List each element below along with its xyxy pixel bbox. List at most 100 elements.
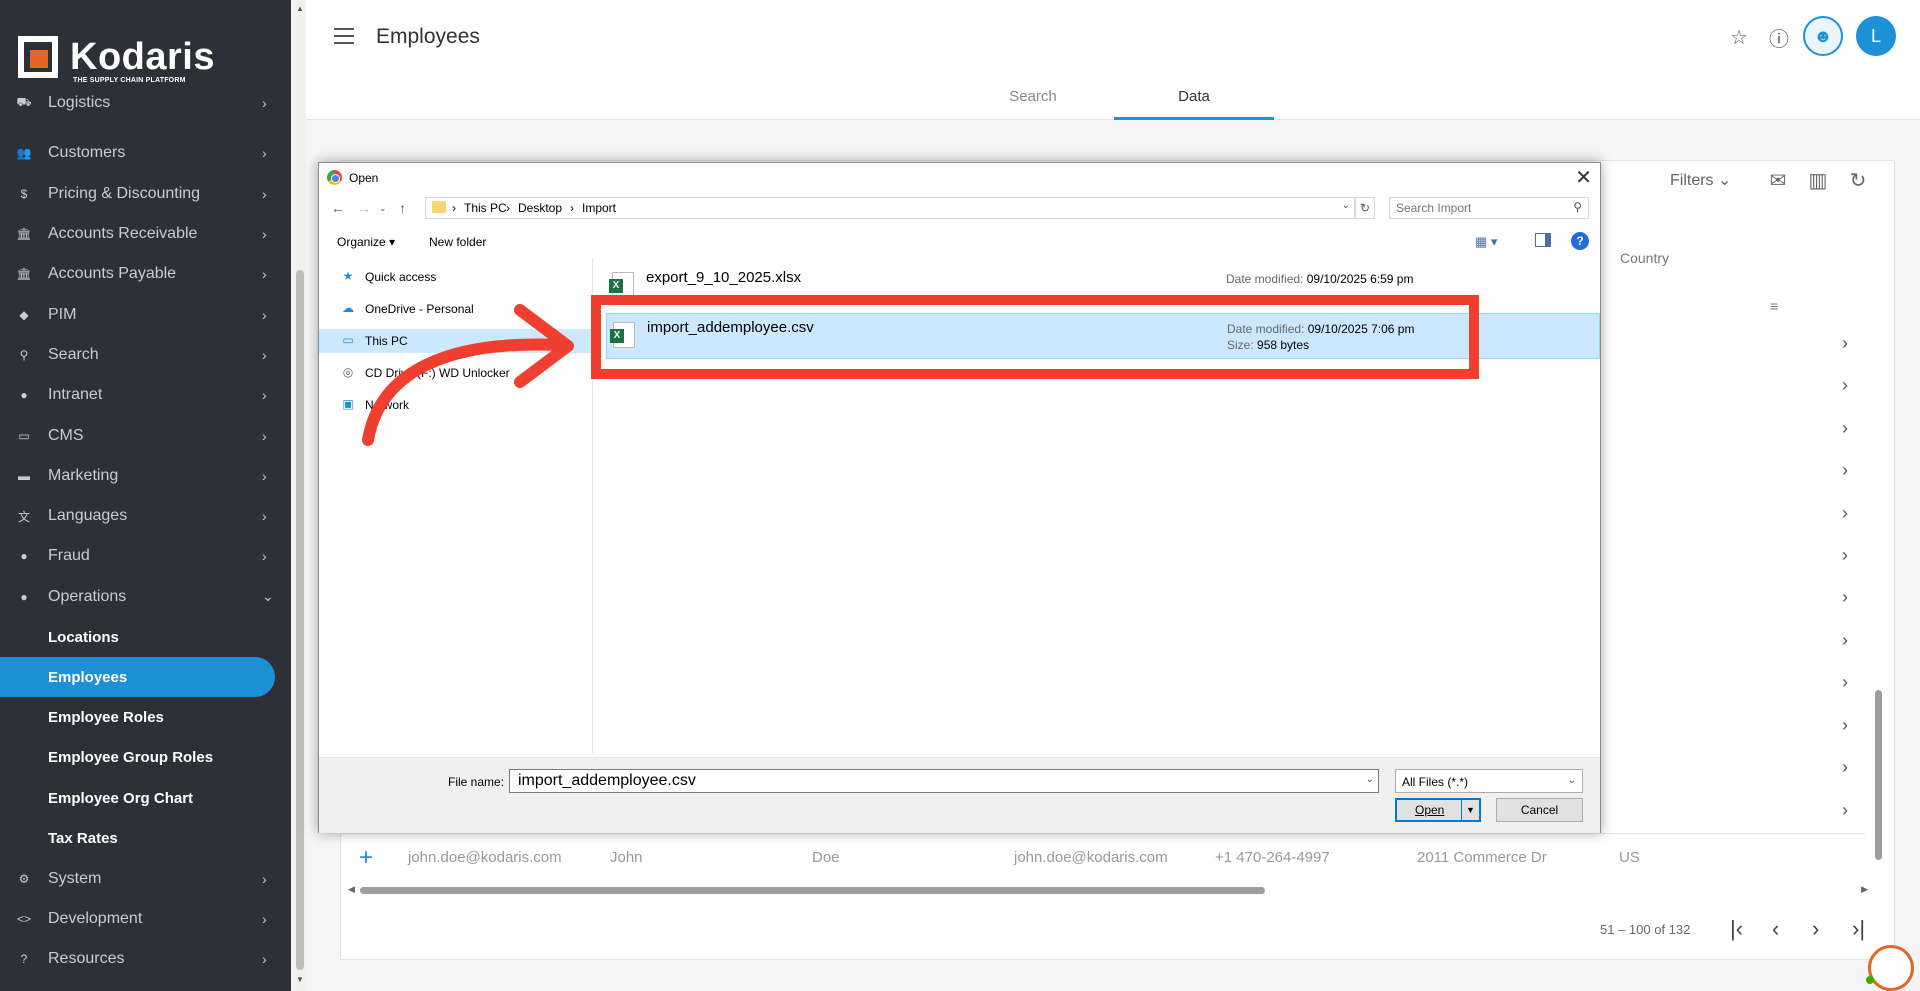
open-button[interactable]: Open ▼	[1395, 798, 1481, 822]
filter-icon[interactable]: ≡	[1770, 298, 1778, 314]
tab-data[interactable]: Data	[1114, 78, 1274, 120]
sidebar-item-accounts-payable[interactable]: 🏛 Accounts Payable ›	[0, 254, 291, 294]
mail-icon[interactable]: ✉	[1766, 168, 1790, 192]
sidebar-item-cms[interactable]: ▭ CMS ›	[0, 415, 291, 455]
row-expand-icon[interactable]: ›	[1842, 375, 1848, 396]
filters-button[interactable]: Filters ⌄	[1670, 170, 1731, 190]
sidebar-item-label: Intranet	[48, 386, 103, 404]
back-arrow-icon[interactable]: ←	[331, 200, 345, 216]
file-name-input[interactable]	[510, 770, 1350, 792]
file-type-select[interactable]: All Files (*.*) ⌄	[1395, 769, 1583, 793]
row-expand-icon[interactable]: ›	[1842, 333, 1848, 354]
tree-item-quick-access[interactable]: ★ Quick access	[319, 265, 593, 289]
horizontal-scrollbar[interactable]: ◀ ▶	[348, 884, 1868, 896]
up-arrow-icon[interactable]: ↑	[399, 200, 406, 216]
open-split-dropdown-icon[interactable]: ▼	[1461, 800, 1479, 820]
row-expand-icon[interactable]: ›	[1842, 800, 1848, 821]
sidebar-item-customers[interactable]: 👥 Customers ›	[0, 133, 291, 173]
sidebar-item-development[interactable]: <> Development ›	[0, 899, 291, 939]
help-icon[interactable]: ?	[1571, 232, 1589, 250]
breadcrumb-desktop[interactable]: Desktop	[518, 201, 562, 215]
sidebar-scrollbar[interactable]: ▲ ▼	[294, 0, 306, 991]
row-expand-icon[interactable]: ›	[1842, 715, 1848, 736]
cell-email-2[interactable]: john.doe@kodaris.com	[1014, 849, 1168, 866]
menu-icon[interactable]	[334, 28, 354, 44]
sidebar-item-fraud[interactable]: ● Fraud ›	[0, 536, 291, 576]
recent-dropdown-icon[interactable]: ⌄	[379, 203, 387, 214]
row-expand-icon[interactable]: ›	[1842, 630, 1848, 651]
tab-search[interactable]: Search	[953, 78, 1113, 120]
cell-country[interactable]: US	[1619, 849, 1640, 866]
cell-address[interactable]: 2011 Commerce Dr	[1417, 849, 1547, 866]
cell-last-name[interactable]: Doe	[812, 849, 840, 866]
last-page-icon[interactable]: ›|	[1852, 916, 1865, 942]
chevron-down-icon[interactable]: ⌄	[1366, 774, 1374, 785]
sidebar-item-employee-group-roles[interactable]: Employee Group Roles	[0, 738, 291, 778]
sidebar-item-employee-roles[interactable]: Employee Roles	[0, 697, 291, 737]
sidebar-item-search[interactable]: ⚲ Search ›	[0, 335, 291, 375]
scroll-down-icon[interactable]: ▼	[296, 975, 304, 984]
refresh-icon[interactable]: ↻	[1355, 197, 1375, 219]
kodaris-logo[interactable]: Kodaris THE SUPPLY CHAIN PLATFORM	[18, 36, 218, 84]
chevron-down-icon[interactable]: ⌄	[1342, 200, 1350, 211]
new-folder-button[interactable]: New folder	[429, 235, 486, 249]
search-field[interactable]	[1390, 198, 1560, 218]
sidebar-item-pricing[interactable]: $ Pricing & Discounting ›	[0, 174, 291, 214]
row-expand-icon[interactable]: ›	[1842, 545, 1848, 566]
assistant-bot-icon[interactable]: ☻	[1803, 16, 1843, 56]
close-icon[interactable]: ✕	[1575, 165, 1592, 190]
sidebar-item-employee-org-chart[interactable]: Employee Org Chart	[0, 778, 291, 818]
column-header-country[interactable]: Country	[1620, 250, 1669, 266]
row-expand-icon[interactable]: ›	[1842, 587, 1848, 608]
scroll-up-icon[interactable]: ▲	[296, 4, 304, 13]
sidebar-item-languages[interactable]: 文 Languages ›	[0, 496, 291, 536]
breadcrumb-import[interactable]: Import	[582, 201, 616, 215]
cancel-button[interactable]: Cancel	[1496, 798, 1583, 822]
row-expand-icon[interactable]: ›	[1842, 672, 1848, 693]
view-options-icon[interactable]: ▦ ▾	[1475, 234, 1497, 250]
sidebar-item-locations[interactable]: Locations	[0, 617, 291, 657]
scroll-left-icon[interactable]: ◀	[348, 884, 355, 895]
add-row-icon[interactable]: +	[359, 844, 373, 872]
vertical-scrollbar[interactable]	[1873, 235, 1885, 865]
sidebar-item-accounts-receivable[interactable]: 🏛 Accounts Receivable ›	[0, 214, 291, 254]
sidebar-item-tax-rates[interactable]: Tax Rates	[0, 818, 291, 858]
star-icon[interactable]: ☆	[1726, 24, 1752, 50]
forward-arrow-icon[interactable]: →	[357, 200, 371, 216]
organize-button[interactable]: Organize ▾	[337, 235, 395, 249]
refresh-icon[interactable]: ↻	[1846, 168, 1870, 192]
next-page-icon[interactable]: ›	[1812, 916, 1819, 942]
cell-email[interactable]: john.doe@kodaris.com	[408, 849, 562, 866]
sidebar-item-intranet[interactable]: ● Intranet ›	[0, 375, 291, 415]
prev-page-icon[interactable]: ‹	[1772, 916, 1779, 942]
sidebar-item-employees[interactable]: Employees	[0, 657, 275, 698]
help-icon[interactable]: ⓘ	[1766, 24, 1792, 51]
row-expand-icon[interactable]: ›	[1842, 418, 1848, 439]
scrollbar-thumb[interactable]	[296, 270, 304, 970]
row-expand-icon[interactable]: ›	[1842, 503, 1848, 524]
sidebar-item-logistics[interactable]: ⛟ Logistics ›	[0, 83, 291, 123]
sidebar-item-system[interactable]: ⚙ System ›	[0, 859, 291, 899]
columns-icon[interactable]: ▥	[1806, 168, 1830, 192]
sidebar-item-pim[interactable]: ◆ PIM ›	[0, 294, 291, 334]
breadcrumb-this-pc[interactable]: This PC	[464, 201, 507, 215]
sidebar-item-resources[interactable]: ? Resources ›	[0, 939, 291, 979]
avatar[interactable]: L	[1856, 16, 1896, 56]
first-page-icon[interactable]: |‹	[1730, 916, 1743, 942]
row-expand-icon[interactable]: ›	[1842, 757, 1848, 778]
table-row[interactable]: + john.doe@kodaris.com John Doe john.doe…	[341, 833, 1865, 883]
row-expand-icon[interactable]: ›	[1842, 460, 1848, 481]
cell-phone[interactable]: +1 470-264-4997	[1215, 849, 1330, 866]
preview-pane-icon[interactable]	[1535, 233, 1551, 247]
search-input[interactable]: ⚲	[1389, 197, 1589, 219]
scroll-right-icon[interactable]: ▶	[1861, 884, 1868, 895]
scrollbar-thumb[interactable]	[360, 887, 1265, 894]
sidebar-item-marketing[interactable]: ▬ Marketing ›	[0, 456, 291, 496]
chat-support-icon[interactable]	[1866, 945, 1914, 991]
scrollbar-thumb[interactable]	[1875, 690, 1882, 860]
file-name-field[interactable]: ⌄	[509, 769, 1379, 793]
file-row[interactable]: export_9_10_2025.xlsx Date modified: 09/…	[606, 264, 1600, 298]
cell-first-name[interactable]: John	[610, 849, 643, 866]
sidebar-item-operations[interactable]: ● Operations ⌄	[0, 577, 291, 617]
address-bar[interactable]: › This PC › Desktop › Import ⌄	[425, 197, 1355, 219]
